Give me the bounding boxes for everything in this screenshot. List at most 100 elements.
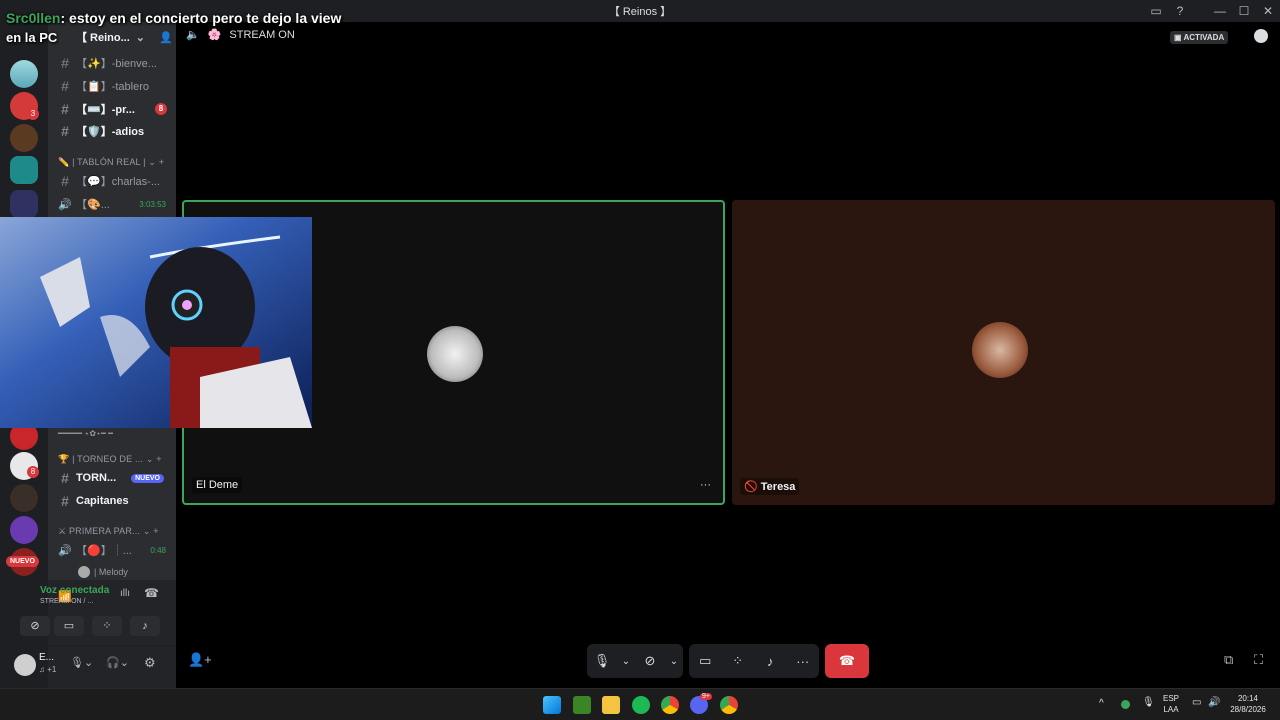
chevron-down-icon[interactable]: ⌄ bbox=[621, 656, 631, 667]
gear-icon[interactable]: ⚙ bbox=[144, 655, 156, 671]
more-options-icon[interactable]: ··· bbox=[700, 479, 711, 491]
lang-secondary: LAA bbox=[1163, 705, 1179, 714]
screenshare-button[interactable]: ▭ bbox=[54, 616, 84, 636]
server-icon[interactable] bbox=[10, 60, 38, 88]
channel-label: Capitanes bbox=[76, 495, 129, 507]
voice-status-label[interactable]: Voz conectada bbox=[40, 585, 109, 596]
swords-icon: ⚔ bbox=[58, 526, 67, 536]
participant-tile[interactable]: 🚫 Teresa bbox=[732, 200, 1275, 505]
microphone-button[interactable]: 🎙 bbox=[591, 653, 613, 669]
plus-icon[interactable]: ⌄ + bbox=[143, 526, 159, 536]
close-button[interactable]: ✕ bbox=[1256, 4, 1280, 18]
spotify-icon[interactable] bbox=[632, 696, 650, 714]
more-options-button[interactable]: ··· bbox=[792, 654, 814, 669]
microphone-icon[interactable]: 🎙⌄ bbox=[70, 656, 93, 669]
microphone-tray-icon[interactable]: 🎙 bbox=[1142, 697, 1155, 708]
add-friend-icon[interactable]: 👤+ bbox=[188, 652, 212, 668]
chrome-icon[interactable] bbox=[661, 696, 679, 714]
clock[interactable]: 20:14 28/8/2026 bbox=[1226, 693, 1270, 715]
inbox-icon[interactable]: ▭ bbox=[1144, 4, 1168, 18]
activities-button[interactable]: ⁘ bbox=[727, 653, 749, 669]
category-header[interactable]: ⚔ PRIMERA PAR... ⌄ + bbox=[58, 526, 159, 537]
disconnect-icon[interactable]: ☎ bbox=[144, 586, 159, 600]
server-badge: 8 bbox=[27, 466, 39, 478]
voice-channel-item[interactable]: 🔊 【🎨... 3:03:53 bbox=[48, 194, 176, 214]
streamer-webcam bbox=[0, 217, 312, 428]
chat-bubble-icon[interactable] bbox=[1254, 29, 1268, 43]
clock-time: 20:14 bbox=[1237, 694, 1259, 703]
chevron-down-icon[interactable]: ⌄ bbox=[669, 656, 679, 667]
activated-badge: ▣ ACTIVADA bbox=[1170, 31, 1229, 44]
channel-item[interactable]: # 【✨】-bienve... bbox=[48, 53, 176, 73]
avatar bbox=[78, 566, 90, 578]
headphones-icon[interactable]: 🎧⌄ bbox=[106, 656, 129, 669]
channel-label: ━━━━━ ⋆✿⋆━ ━ bbox=[58, 428, 113, 438]
server-badge: 3 bbox=[27, 108, 39, 120]
mic-camera-controls: 🎙 ⌄ ⊘ ⌄ bbox=[587, 644, 683, 678]
plus-icon[interactable]: ⌄ + bbox=[148, 157, 164, 167]
new-badge: NUEVO bbox=[6, 556, 39, 567]
category-header[interactable]: ✏️ | TABLÓN REAL | ⌄ + bbox=[58, 157, 164, 168]
category-label: | TORNEO DE ... bbox=[72, 454, 144, 464]
username[interactable]: E... bbox=[39, 652, 54, 663]
voice-member[interactable]: | Melody bbox=[48, 562, 176, 582]
channel-label: 【🎨... bbox=[76, 199, 110, 211]
category-label: | TABLÓN REAL | bbox=[72, 157, 146, 167]
hash-icon: # bbox=[61, 173, 69, 189]
avatar[interactable] bbox=[14, 654, 36, 676]
chat-username: Src0llen bbox=[6, 10, 61, 26]
soundboard-button[interactable]: ♪ bbox=[759, 654, 781, 669]
network-icon[interactable]: ▭ bbox=[1192, 697, 1201, 708]
screenshare-button[interactable]: ▭ bbox=[694, 653, 716, 669]
server-icon[interactable] bbox=[10, 484, 38, 512]
voice-detail[interactable]: STREAM ON / ... bbox=[40, 598, 93, 605]
fullscreen-icon[interactable]: ⛶ bbox=[1254, 652, 1263, 668]
leave-call-button[interactable]: ☎ bbox=[825, 644, 869, 678]
channel-item[interactable]: # 【💬】charlas-... bbox=[48, 171, 176, 191]
minecraft-icon[interactable] bbox=[573, 696, 591, 714]
speaker-icon: 🔊 bbox=[58, 544, 72, 557]
activities-button[interactable]: ⁘ bbox=[92, 616, 122, 636]
popout-icon[interactable]: ⧉ bbox=[1224, 652, 1233, 668]
channel-item[interactable]: # 【⌨️】-pr... 8 bbox=[48, 99, 176, 119]
camera-off-button[interactable]: ⊘ bbox=[639, 653, 661, 669]
channel-label: 【🔴】┊... bbox=[76, 545, 132, 557]
voice-timer: 3:03:53 bbox=[139, 199, 166, 209]
soundboard-button[interactable]: ♪ bbox=[130, 616, 160, 636]
activated-label: ACTIVADA bbox=[1183, 33, 1225, 42]
new-badge: NUEVO bbox=[131, 473, 164, 483]
server-icon[interactable] bbox=[10, 124, 38, 152]
folder-icon[interactable] bbox=[10, 190, 38, 218]
channel-item[interactable]: # Capitanes bbox=[48, 491, 176, 511]
volume-icon[interactable]: 🔊 bbox=[1208, 697, 1220, 708]
help-icon[interactable]: ? bbox=[1168, 4, 1192, 18]
category-header[interactable]: 🏆 | TORNEO DE ... ⌄ + bbox=[58, 454, 162, 465]
participant-name: El Deme bbox=[192, 477, 243, 493]
hash-icon: # bbox=[61, 78, 69, 94]
chrome-icon[interactable] bbox=[720, 696, 738, 714]
file-explorer-icon[interactable] bbox=[602, 696, 620, 714]
maximize-button[interactable]: ☐ bbox=[1232, 4, 1256, 18]
language-indicator[interactable]: ESP LAA bbox=[1163, 693, 1179, 715]
channel-label: TORN... bbox=[76, 472, 117, 484]
participant-avatar bbox=[427, 326, 483, 382]
hash-icon: # bbox=[61, 123, 69, 139]
server-icon[interactable] bbox=[10, 156, 38, 184]
voice-channel-item[interactable]: 🔊 【🔴】┊... 0:48 bbox=[48, 540, 176, 560]
camera-off-button[interactable]: ⊘ bbox=[20, 616, 50, 636]
channel-item[interactable]: # 【📋】-tablero bbox=[48, 76, 176, 96]
status-dot-icon bbox=[1121, 700, 1130, 709]
hash-icon: # bbox=[61, 493, 69, 509]
server-icon[interactable] bbox=[10, 516, 38, 544]
tray-chevron-icon[interactable]: ^ bbox=[1099, 698, 1104, 709]
windows-start-icon[interactable] bbox=[543, 696, 561, 714]
chat-message: : estoy en el concierto pero te dejo la … bbox=[60, 10, 342, 26]
plus-icon[interactable]: ⌄ + bbox=[146, 454, 162, 464]
hash-icon: # bbox=[61, 470, 69, 486]
stream-chat-overlay: Src0llen: estoy en el concierto pero te … bbox=[6, 8, 341, 48]
channel-item[interactable]: # 【🛡️】-adios bbox=[48, 121, 176, 141]
minimize-button[interactable]: — bbox=[1208, 4, 1232, 18]
channel-item[interactable]: # TORN... NUEVO bbox=[48, 468, 176, 488]
lang-primary: ESP bbox=[1163, 694, 1180, 703]
noise-icon[interactable]: ıllı bbox=[120, 588, 130, 599]
